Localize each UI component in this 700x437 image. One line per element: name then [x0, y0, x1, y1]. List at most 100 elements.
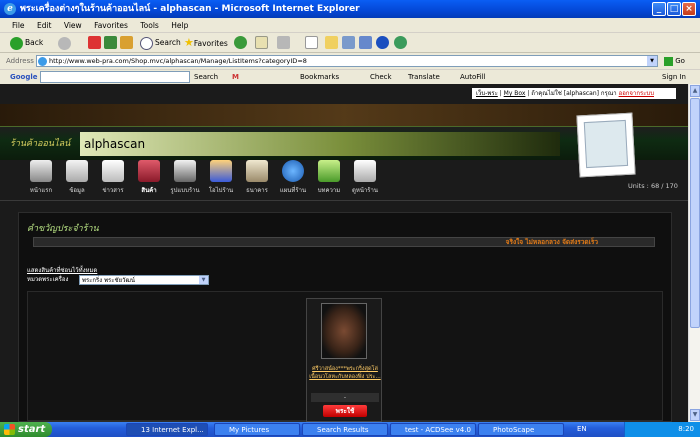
- nav-home[interactable]: หน้าแรก: [24, 160, 58, 200]
- start-button[interactable]: start: [0, 422, 52, 437]
- task-search-results[interactable]: Search Results: [302, 423, 388, 436]
- person-icon: [210, 160, 232, 182]
- task-my-pictures[interactable]: My Pictures: [214, 423, 300, 436]
- top-links: เว็บ-พระ | My Box | ถ้าคุณไม่ใช่ [alphas…: [472, 88, 676, 99]
- vertical-scrollbar[interactable]: ▲ ▼: [688, 84, 700, 422]
- show-hidden-link[interactable]: แสดงสินค้าที่ซ่อนไว้ทั้งหมด: [27, 265, 97, 275]
- nav-label: ธนาคาร: [246, 187, 268, 194]
- back-arrow-icon: [10, 36, 23, 50]
- msn-icon[interactable]: [394, 36, 407, 49]
- amulet-image[interactable]: [321, 303, 367, 359]
- favorites-label: Favorites: [193, 39, 228, 48]
- system-tray: EN 8:20: [577, 422, 700, 437]
- home-link[interactable]: เว็บ-พระ: [476, 90, 498, 97]
- logout-link[interactable]: ออกจากระบบ: [619, 90, 654, 97]
- nav-label: สินค้า: [141, 187, 157, 194]
- search-icon: [140, 36, 153, 50]
- research-icon[interactable]: [359, 36, 372, 49]
- pencil-notebook-icon: [318, 160, 340, 182]
- content-panel: คำขวัญประจำร้าน จริงใจ ไม่หลอกลวง จัดส่ง…: [18, 212, 672, 422]
- close-button[interactable]: ×: [682, 2, 696, 16]
- address-input[interactable]: http://www.web-pra.com/Shop.mvc/alphasca…: [36, 55, 658, 67]
- nav-news[interactable]: ข่าวสาร: [96, 160, 130, 200]
- google-search-input[interactable]: [40, 71, 190, 83]
- window-title: พระเครื่องต่างๆในร้านค้าออนไลน์ - alphas…: [20, 4, 360, 14]
- minimize-button[interactable]: _: [652, 2, 666, 16]
- task-acdsee[interactable]: test - ACDSee v4.0: [390, 423, 476, 436]
- scroll-up-icon[interactable]: ▲: [690, 85, 700, 97]
- address-dropdown-icon[interactable]: ▼: [647, 56, 657, 66]
- print-icon[interactable]: [277, 36, 290, 49]
- back-button[interactable]: Back: [10, 35, 43, 51]
- refresh-icon[interactable]: [104, 36, 117, 49]
- go-label: Go: [675, 57, 685, 65]
- nav-map[interactable]: แผนที่ร้าน: [276, 160, 310, 200]
- menu-file[interactable]: File: [12, 21, 25, 30]
- favorites-button[interactable]: ★Favorites: [184, 35, 228, 51]
- globe-icon: [282, 160, 304, 182]
- category-value: พระกริ่ง พระชัยวัฒน์: [82, 277, 135, 284]
- menu-view[interactable]: View: [64, 21, 82, 30]
- address-label: Address: [6, 57, 34, 65]
- autofill-button[interactable]: AutoFill: [460, 70, 486, 84]
- nav-label: หน้าแรก: [29, 187, 53, 194]
- task-photoscape[interactable]: PhotoScape: [478, 423, 564, 436]
- gmail-icon[interactable]: M: [232, 70, 239, 84]
- nav-label: โอไปร้าน: [208, 187, 234, 194]
- nav-bank[interactable]: ธนาคาร: [240, 160, 274, 200]
- megaphone-icon: [102, 160, 124, 182]
- product-title-link[interactable]: ศรีวาสน์อง***พระกริ่งสุดโล่ เนื้อนวโลหะก…: [309, 365, 381, 381]
- scroll-thumb[interactable]: [690, 98, 700, 328]
- nav-label: ข้อมูล: [69, 187, 85, 194]
- menu-tools[interactable]: Tools: [140, 21, 158, 30]
- book-icon: [138, 160, 160, 182]
- back-label: Back: [25, 38, 44, 47]
- messenger-icon[interactable]: [342, 36, 355, 49]
- nav-info[interactable]: ข้อมูล: [60, 160, 94, 200]
- taskbar: start 13 Internet Expl... My Pictures Se…: [0, 422, 700, 437]
- menu-edit[interactable]: Edit: [37, 21, 52, 30]
- shop-slogan: จริงใจ ไม่หลอกลวง จัดส่งรวดเร็ว: [33, 237, 655, 247]
- go-button[interactable]: Go: [664, 55, 685, 67]
- nav-view-shop[interactable]: ดูหน้าร้าน: [348, 160, 382, 200]
- maximize-button[interactable]: □: [667, 2, 681, 16]
- translate-button[interactable]: Translate: [408, 70, 440, 84]
- edit-icon[interactable]: [305, 36, 318, 49]
- buy-button[interactable]: พระใช้: [323, 405, 367, 417]
- chevron-down-icon: ▼: [199, 276, 208, 284]
- document-icon: [66, 160, 88, 182]
- history-icon[interactable]: [234, 36, 247, 49]
- nav-transfer[interactable]: โอไปร้าน: [204, 160, 238, 200]
- product-card: ศรีวาสน์อง***พระกริ่งสุดโล่ เนื้อนวโลหะก…: [306, 298, 382, 422]
- nav-products[interactable]: สินค้า: [132, 160, 166, 200]
- nav-layout[interactable]: รูปแบบร้าน: [168, 160, 202, 200]
- task-internet-explorer[interactable]: 13 Internet Expl...: [126, 423, 208, 436]
- windows-logo-icon: [4, 424, 15, 435]
- shop-nav: หน้าแรก ข้อมูล ข่าวสาร สินค้า รูปแบบร้าน…: [24, 160, 624, 200]
- nav-articles[interactable]: บทความ: [312, 160, 346, 200]
- signin-button[interactable]: Sign In: [662, 70, 686, 84]
- forward-arrow-icon: [58, 36, 71, 50]
- scroll-down-icon[interactable]: ▼: [690, 409, 700, 421]
- menu-favorites[interactable]: Favorites: [94, 21, 128, 30]
- search-button[interactable]: Search: [140, 35, 181, 51]
- check-button[interactable]: Check: [370, 70, 392, 84]
- shop-sign-icon: [174, 160, 196, 182]
- stop-icon[interactable]: [88, 36, 101, 49]
- home-icon[interactable]: [120, 36, 133, 49]
- category-select[interactable]: พระกริ่ง พระชัยวัฒน์ ▼: [79, 275, 209, 285]
- go-arrow-icon: [664, 56, 673, 66]
- mail-icon[interactable]: [255, 36, 268, 49]
- address-bar: Address http://www.web-pra.com/Shop.mvc/…: [0, 54, 700, 68]
- clock: 8:20: [678, 425, 694, 433]
- note-icon[interactable]: [325, 36, 338, 49]
- forward-button[interactable]: [58, 35, 73, 51]
- language-indicator[interactable]: EN: [577, 422, 587, 437]
- bluetooth-icon[interactable]: [376, 36, 389, 49]
- divider: [0, 200, 688, 201]
- menu-help[interactable]: Help: [171, 21, 188, 30]
- google-search-button[interactable]: Search: [194, 70, 218, 84]
- bookmarks-button[interactable]: Bookmarks: [300, 70, 339, 84]
- mybox-link[interactable]: My Box: [504, 90, 526, 97]
- shop-name: alphascan: [80, 132, 560, 156]
